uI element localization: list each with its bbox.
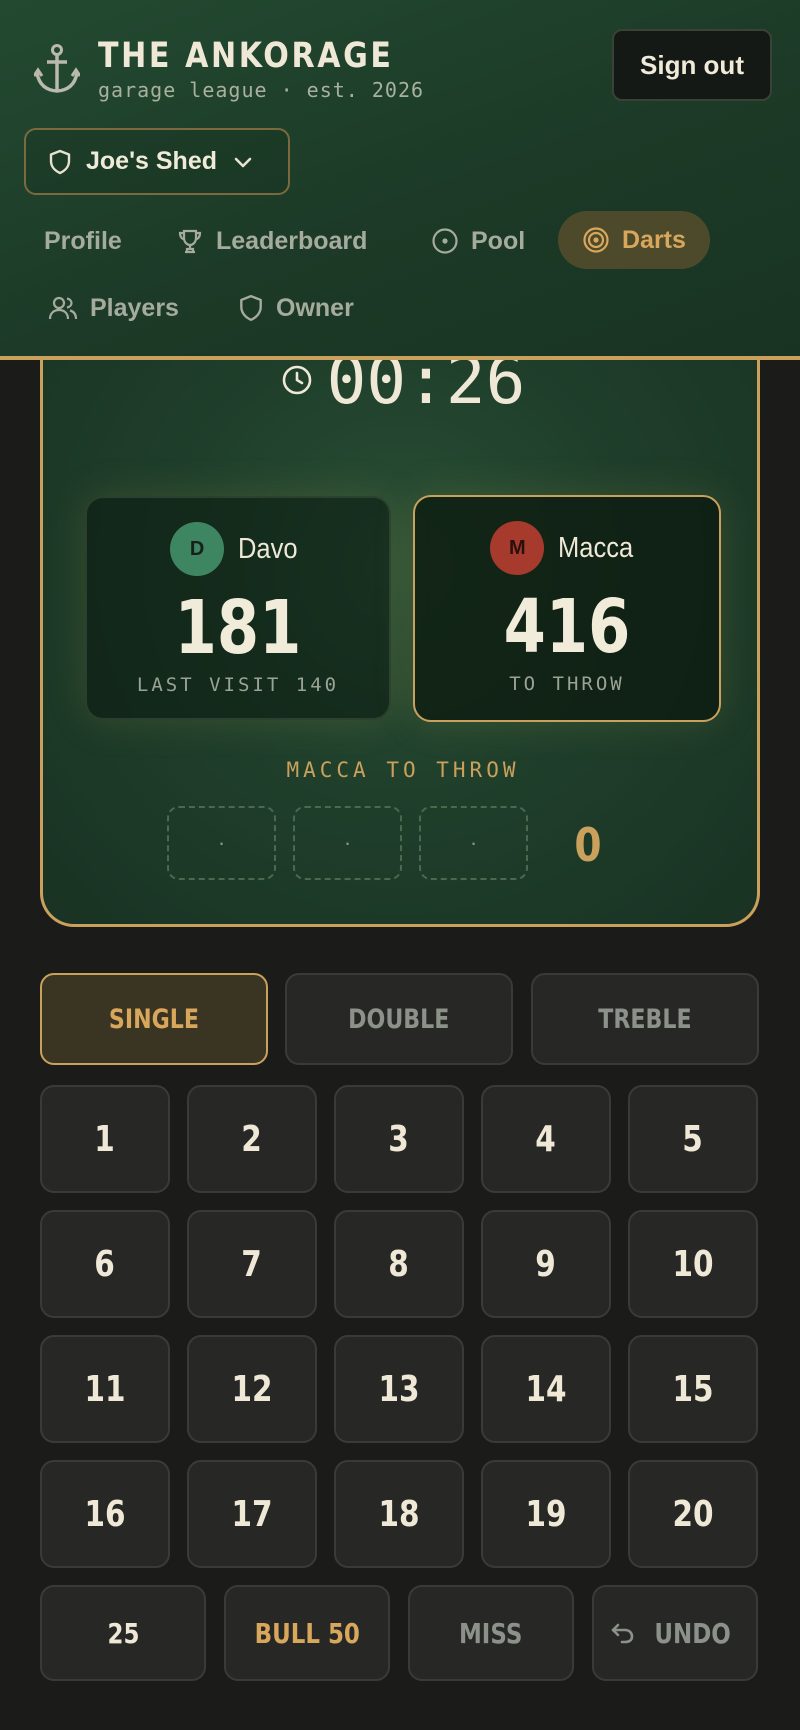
app-subtitle: garage league · est. 2026 — [98, 78, 425, 102]
nav-players[interactable]: Players — [48, 279, 179, 337]
turn-indicator: MACCA TO THROW — [286, 758, 520, 782]
app-header: THE ANKORAGE garage league · est. 2026 S… — [0, 0, 800, 360]
number-key-5[interactable]: 5 — [628, 1085, 758, 1193]
undo-icon — [612, 1623, 634, 1644]
number-key-18[interactable]: 18 — [334, 1460, 464, 1568]
sign-out-button[interactable]: Sign out — [612, 29, 772, 101]
target-icon — [583, 227, 609, 253]
nav-pool[interactable]: Pool — [431, 212, 525, 270]
avatar: D — [170, 522, 225, 576]
chevron-down-icon — [234, 157, 252, 167]
number-key-10[interactable]: 10 — [628, 1210, 758, 1318]
pool-ball-icon — [432, 228, 458, 254]
bull-button[interactable]: BULL 50 — [224, 1585, 390, 1681]
double-button[interactable]: DOUBLE — [285, 973, 513, 1065]
player-status: LAST VISIT 140 — [136, 674, 340, 696]
users-icon — [48, 296, 78, 320]
nav-leaderboard[interactable]: Leaderboard — [176, 212, 367, 270]
venue-selector[interactable]: Joe's Shed — [24, 128, 290, 195]
number-key-3[interactable]: 3 — [334, 1085, 464, 1193]
single-button[interactable]: SINGLE — [40, 973, 268, 1065]
number-key-15[interactable]: 15 — [628, 1335, 758, 1443]
number-key-6[interactable]: 6 — [40, 1210, 170, 1318]
dart-slot-2: · — [293, 806, 402, 880]
player-name: Macca — [558, 531, 634, 564]
avatar: M — [490, 521, 545, 575]
number-key-8[interactable]: 8 — [334, 1210, 464, 1318]
clock-icon — [282, 365, 311, 395]
visit-total: 0 — [574, 818, 602, 872]
number-key-13[interactable]: 13 — [334, 1335, 464, 1443]
scoreboard-panel: 00:26 D Davo 181 LAST VISIT 140 M Macca … — [40, 330, 760, 927]
app-title: THE ANKORAGE — [98, 36, 394, 76]
number-key-11[interactable]: 11 — [40, 1335, 170, 1443]
player-score: 416 — [503, 584, 631, 670]
undo-button[interactable]: UNDO — [592, 1585, 758, 1681]
shield-icon — [240, 294, 262, 322]
number-key-1[interactable]: 1 — [40, 1085, 170, 1193]
number-key-7[interactable]: 7 — [187, 1210, 317, 1318]
treble-button[interactable]: TREBLE — [531, 973, 759, 1065]
player-card-macca: M Macca 416 TO THROW — [413, 495, 721, 722]
shield-icon — [49, 149, 71, 174]
nav-darts[interactable]: Darts — [558, 211, 710, 269]
number-key-16[interactable]: 16 — [40, 1460, 170, 1568]
miss-button[interactable]: MISS — [408, 1585, 574, 1681]
nav-owner[interactable]: Owner — [238, 279, 354, 337]
dart-slot-1: · — [167, 806, 276, 880]
dart-slot-3: · — [419, 806, 528, 880]
number-key-2[interactable]: 2 — [187, 1085, 317, 1193]
anchor-icon — [34, 44, 80, 93]
player-score: 181 — [174, 585, 302, 671]
number-key-4[interactable]: 4 — [481, 1085, 611, 1193]
outer-bull-button[interactable]: 25 — [40, 1585, 206, 1681]
trophy-icon — [178, 229, 202, 254]
number-key-12[interactable]: 12 — [187, 1335, 317, 1443]
player-name: Davo — [238, 532, 298, 565]
brand: THE ANKORAGE garage league · est. 2026 — [34, 36, 442, 102]
number-key-20[interactable]: 20 — [628, 1460, 758, 1568]
number-key-19[interactable]: 19 — [481, 1460, 611, 1568]
player-card-davo: D Davo 181 LAST VISIT 140 — [85, 496, 391, 720]
venue-name: Joe's Shed — [86, 147, 217, 175]
player-status: TO THROW — [509, 673, 625, 695]
number-key-17[interactable]: 17 — [187, 1460, 317, 1568]
number-key-9[interactable]: 9 — [481, 1210, 611, 1318]
number-key-14[interactable]: 14 — [481, 1335, 611, 1443]
nav-profile[interactable]: Profile — [44, 212, 122, 270]
